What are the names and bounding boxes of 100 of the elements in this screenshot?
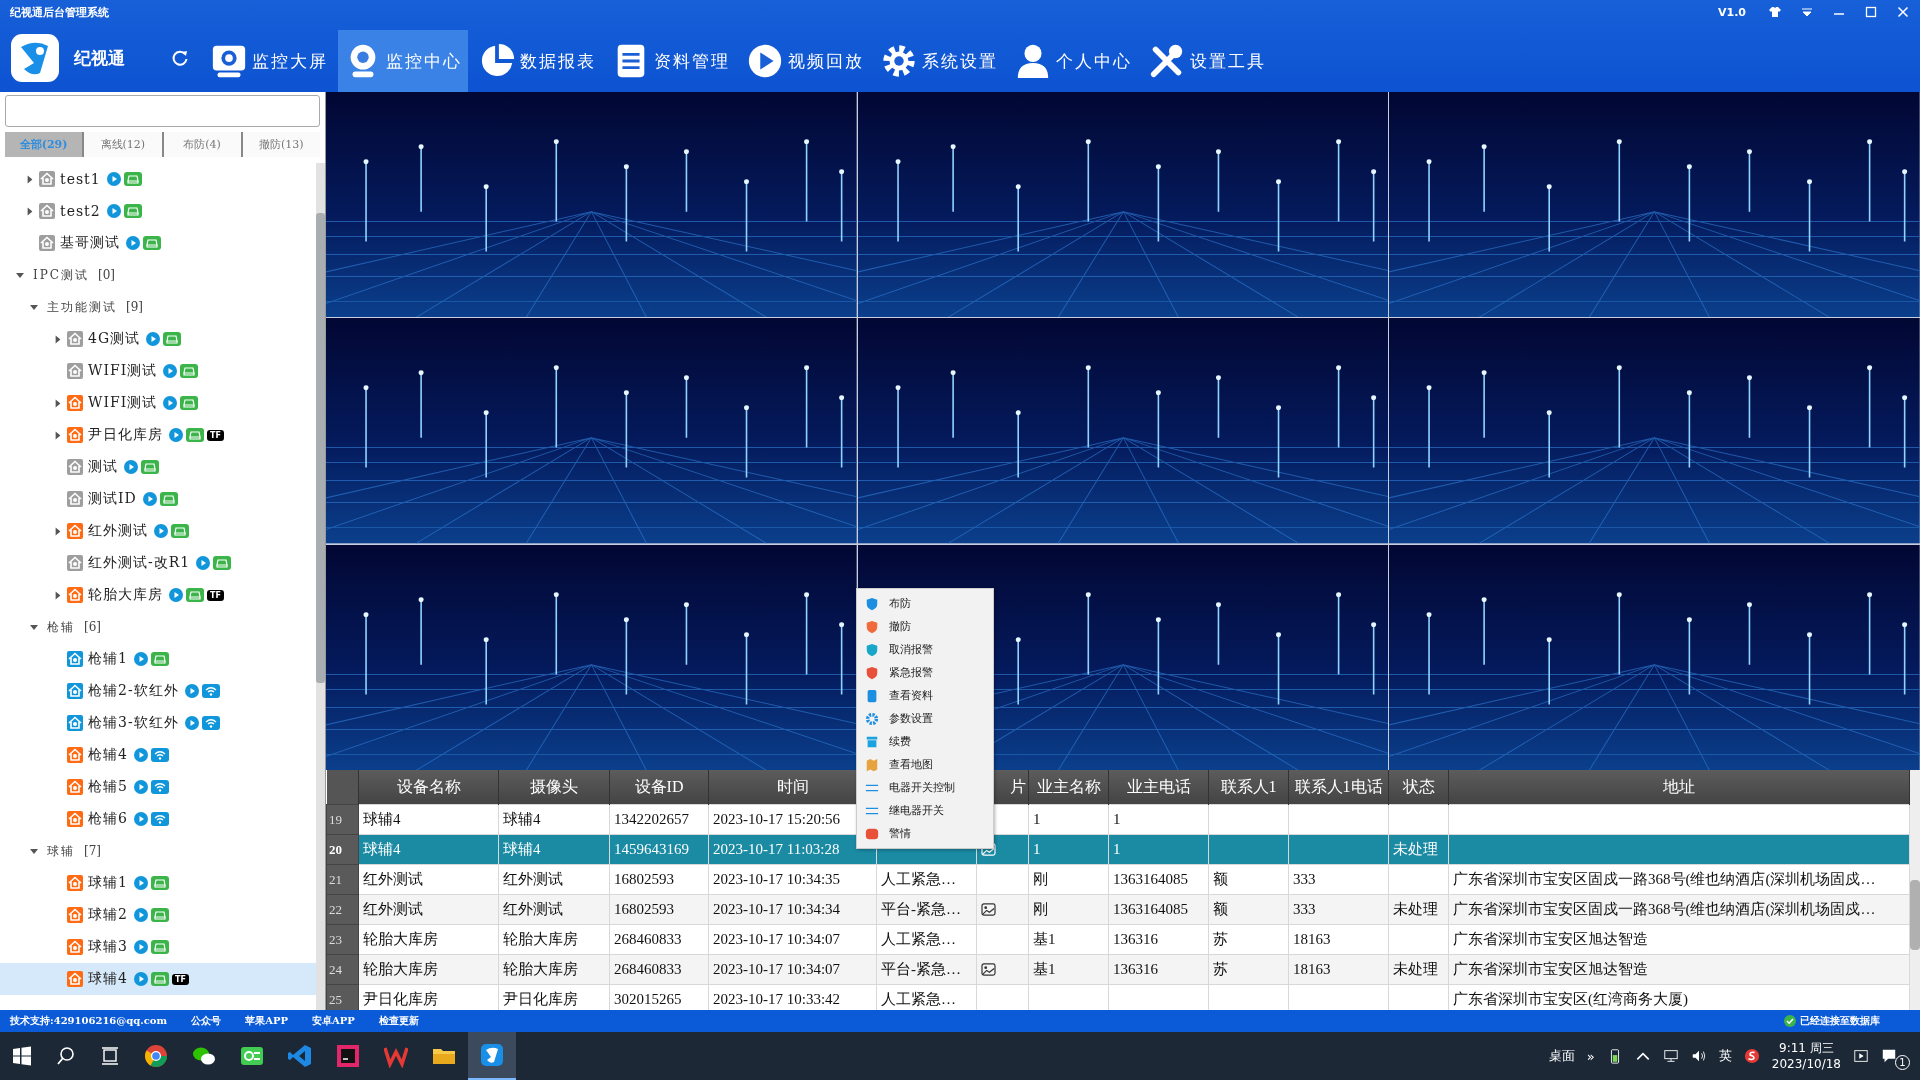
tree-item[interactable]: 轮胎大库房 TF	[0, 579, 316, 611]
expand-arrow-icon[interactable]	[54, 398, 62, 408]
tree-item[interactable]: 球辅 [7]	[0, 835, 316, 867]
expand-arrow-icon[interactable]	[54, 430, 62, 440]
nav-tab[interactable]: 监控大屏	[204, 30, 334, 92]
clock-date[interactable]: 2023/10/18	[1771, 1056, 1841, 1072]
play-icon[interactable]	[133, 780, 148, 794]
tree-item[interactable]: 枪辅3-软红外	[0, 707, 316, 739]
nav-tab[interactable]: 设置工具	[1142, 30, 1272, 92]
tree-item[interactable]: test1	[0, 163, 316, 195]
filter-tab[interactable]: 撤防(13)	[242, 132, 320, 157]
tree-item[interactable]: 枪辅6	[0, 803, 316, 835]
filter-tab[interactable]: 离线(12)	[84, 132, 164, 157]
play-icon[interactable]	[124, 460, 138, 474]
play-icon[interactable]	[133, 652, 148, 666]
nav-tab[interactable]: 个人中心	[1008, 30, 1138, 92]
tree-item[interactable]: 枪辅5	[0, 771, 316, 803]
tree-item[interactable]: 主功能测试 [9]	[0, 291, 316, 323]
skin-icon[interactable]	[1768, 6, 1782, 18]
tree-item[interactable]: 球辅3	[0, 931, 316, 963]
menu-item[interactable]: 查看资料	[857, 684, 993, 707]
nav-tab[interactable]: 资料管理	[606, 30, 736, 92]
scrollbar[interactable]	[316, 163, 325, 1010]
nav-tab[interactable]: 数据报表	[472, 30, 602, 92]
menu-item[interactable]: 续费	[857, 730, 993, 753]
menu-item[interactable]: 取消报警	[857, 638, 993, 661]
status-link[interactable]: 安卓APP	[311, 1014, 355, 1028]
tree-item[interactable]: 红外测试	[0, 515, 316, 547]
play-icon[interactable]	[133, 940, 148, 954]
menu-item[interactable]: 紧急报警	[857, 661, 993, 684]
status-link[interactable]: 技术支持:429106216@qq.com	[10, 1014, 168, 1028]
network-icon[interactable]	[1662, 1048, 1679, 1064]
play-icon[interactable]	[133, 972, 148, 986]
tree-item[interactable]: 球辅4 TF	[0, 963, 316, 995]
nav-tab[interactable]: 监控中心	[338, 30, 468, 92]
play-icon[interactable]	[154, 524, 168, 538]
status-link[interactable]: 检查更新	[378, 1014, 419, 1028]
tree-item[interactable]: test2	[0, 195, 316, 227]
browser-icon[interactable]	[144, 1044, 168, 1068]
collapse-arrow-icon[interactable]	[30, 302, 38, 312]
tree-item[interactable]: 测试	[0, 451, 316, 483]
task-view-icon[interactable]	[100, 1046, 120, 1066]
image-icon[interactable]	[981, 903, 996, 916]
nav-tab[interactable]: 系统设置	[874, 30, 1004, 92]
close-icon[interactable]	[1896, 6, 1910, 18]
volume-icon[interactable]	[1690, 1048, 1707, 1064]
status-link[interactable]: 苹果APP	[245, 1014, 288, 1028]
tree-item[interactable]: 枪辅 [6]	[0, 611, 316, 643]
notification-icon[interactable]	[1881, 1048, 1897, 1064]
image-icon[interactable]	[981, 963, 996, 976]
filter-tab[interactable]: 布防(4)	[163, 132, 243, 157]
menu-item[interactable]: 电器开关控制	[857, 776, 993, 799]
menu-item[interactable]: 布防	[857, 592, 993, 615]
desktop-label[interactable]: 桌面	[1548, 1047, 1575, 1065]
scrollbar[interactable]	[1910, 770, 1920, 1010]
play-icon[interactable]	[106, 204, 121, 218]
collapse-arrow-icon[interactable]	[30, 846, 38, 856]
play-icon[interactable]	[133, 876, 148, 890]
play-icon[interactable]	[126, 236, 140, 250]
tree-item[interactable]: WIFI测试	[0, 387, 316, 419]
play-icon[interactable]	[163, 396, 178, 410]
play-icon[interactable]	[133, 908, 148, 922]
refresh-icon[interactable]	[170, 48, 190, 68]
ide-icon[interactable]	[336, 1044, 360, 1068]
app-icon[interactable]	[240, 1044, 264, 1068]
input-method-icon[interactable]	[1743, 1048, 1760, 1064]
expand-arrow-icon[interactable]	[26, 174, 34, 184]
play-icon[interactable]	[169, 428, 183, 442]
tree-item[interactable]: 枪辅1	[0, 643, 316, 675]
expand-arrow-icon[interactable]	[54, 590, 62, 600]
expand-arrow-icon[interactable]	[26, 206, 34, 216]
play-icon[interactable]	[184, 684, 199, 698]
play-icon[interactable]	[184, 716, 199, 730]
maximize-icon[interactable]	[1864, 6, 1878, 18]
windows-icon[interactable]	[12, 1046, 32, 1066]
search-icon[interactable]	[56, 1046, 76, 1066]
tree-item[interactable]: 球辅2	[0, 899, 316, 931]
input-language[interactable]: 英	[1718, 1047, 1732, 1065]
logo-icon[interactable]	[480, 1043, 504, 1067]
play-icon[interactable]	[106, 172, 121, 186]
expand-arrow-icon[interactable]	[54, 334, 62, 344]
play-icon[interactable]	[133, 748, 148, 762]
play-icon[interactable]	[133, 812, 148, 826]
menu-item[interactable]: 参数设置	[857, 707, 993, 730]
code-editor-icon[interactable]	[288, 1044, 312, 1068]
clock-time[interactable]: 9:11 周三	[1779, 1040, 1834, 1056]
menu-item[interactable]: 查看地图	[857, 753, 993, 776]
tree-item[interactable]: WIFI测试	[0, 355, 316, 387]
column-header[interactable]: 地址	[1663, 777, 1695, 795]
tree-item[interactable]: 红外测试-改R1	[0, 547, 316, 579]
tree-item[interactable]: 枪辅2-软红外	[0, 675, 316, 707]
column-header[interactable]: 时间	[776, 777, 809, 795]
search-field[interactable]	[5, 95, 320, 127]
toolbar-more[interactable]: »	[1586, 1048, 1595, 1064]
play-icon[interactable]	[146, 332, 161, 346]
play-icon[interactable]	[142, 492, 157, 506]
collapse-arrow-icon[interactable]	[16, 270, 24, 280]
collapse-arrow-icon[interactable]	[30, 622, 38, 632]
status-link[interactable]: 公众号	[191, 1014, 222, 1028]
play-icon[interactable]	[163, 364, 178, 378]
